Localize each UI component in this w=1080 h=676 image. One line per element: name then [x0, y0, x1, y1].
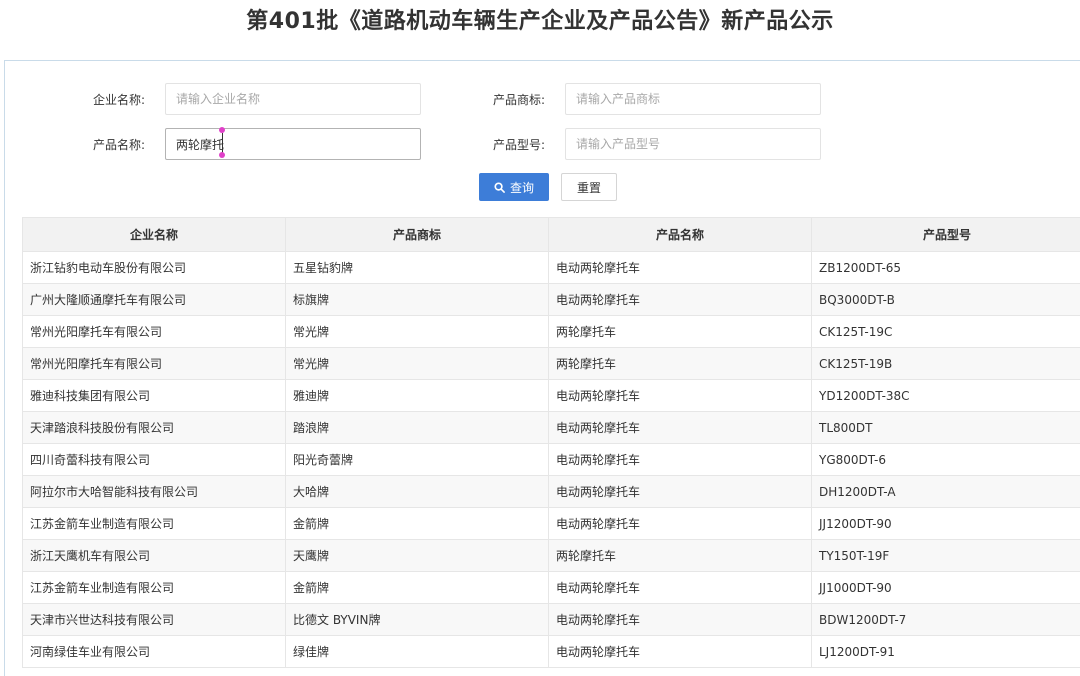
cell-model: BQ3000DT-B [811, 283, 1080, 316]
table-row[interactable]: 浙江天鹰机车有限公司 天鹰牌 两轮摩托车 TY150T-19F [22, 539, 1080, 572]
reset-button-label: 重置 [576, 180, 601, 195]
cell-model: JJ1200DT-90 [811, 507, 1080, 540]
cell-product: 电动两轮摩托车 [548, 411, 812, 444]
table-row[interactable]: 四川奇蕾科技有限公司 阳光奇蕾牌 电动两轮摩托车 YG800DT-6 [22, 443, 1080, 476]
cell-product: 电动两轮摩托车 [548, 379, 812, 412]
model-field-row: 产品型号: [475, 127, 545, 161]
results-table: 企业名称 产品商标 产品名称 产品型号 浙江钻豹电动车股份有限公司 五星钻豹牌 电动… [22, 217, 1080, 668]
product-field-row: 产品名称: [75, 127, 145, 161]
cell-brand: 金箭牌 [285, 507, 549, 540]
cell-brand: 金箭牌 [285, 571, 549, 604]
cell-company: 常州光阳摩托车有限公司 [22, 347, 286, 380]
cell-product: 两轮摩托车 [548, 347, 812, 380]
model-input[interactable] [565, 128, 821, 160]
cell-model: LJ1200DT-91 [811, 635, 1080, 668]
header-model: 产品型号 [811, 217, 1080, 252]
cell-model: ZB1200DT-65 [811, 251, 1080, 284]
cell-brand: 雅迪牌 [285, 379, 549, 412]
cell-product: 电动两轮摩托车 [548, 507, 812, 540]
cell-company: 天津市兴世达科技有限公司 [22, 603, 286, 636]
table-row[interactable]: 天津踏浪科技股份有限公司 踏浪牌 电动两轮摩托车 TL800DT [22, 411, 1080, 444]
table-row[interactable]: 江苏金箭车业制造有限公司 金箭牌 电动两轮摩托车 JJ1000DT-90 [22, 571, 1080, 604]
cell-product: 电动两轮摩托车 [548, 603, 812, 636]
header-brand: 产品商标 [285, 217, 549, 252]
cell-brand: 踏浪牌 [285, 411, 549, 444]
cell-product: 两轮摩托车 [548, 539, 812, 572]
cell-model: YD1200DT-38C [811, 379, 1080, 412]
cell-brand: 五星钻豹牌 [285, 251, 549, 284]
table-header-row: 企业名称 产品商标 产品名称 产品型号 [22, 217, 1080, 252]
cell-company: 广州大隆顺通摩托车有限公司 [22, 283, 286, 316]
cell-brand: 天鹰牌 [285, 539, 549, 572]
table-row[interactable]: 常州光阳摩托车有限公司 常光牌 两轮摩托车 CK125T-19C [22, 315, 1080, 348]
cell-company: 江苏金箭车业制造有限公司 [22, 571, 286, 604]
cell-product: 两轮摩托车 [548, 315, 812, 348]
model-label: 产品型号: [492, 137, 545, 152]
table-row[interactable]: 常州光阳摩托车有限公司 常光牌 两轮摩托车 CK125T-19B [22, 347, 1080, 380]
cell-brand: 阳光奇蕾牌 [285, 443, 549, 476]
text-cursor-handle-bottom[interactable] [219, 152, 225, 158]
cell-company: 浙江天鹰机车有限公司 [22, 539, 286, 572]
cell-product: 电动两轮摩托车 [548, 283, 812, 316]
cell-company: 阿拉尔市大哈智能科技有限公司 [22, 475, 286, 508]
brand-field-row: 产品商标: [475, 82, 545, 116]
search-icon [494, 181, 505, 193]
cell-model: CK125T-19B [811, 347, 1080, 380]
cell-model: BDW1200DT-7 [811, 603, 1080, 636]
table-row[interactable]: 浙江钻豹电动车股份有限公司 五星钻豹牌 电动两轮摩托车 ZB1200DT-65 [22, 251, 1080, 284]
page-title: 第401批《道路机动车辆生产企业及产品公告》新产品公示 [246, 9, 834, 34]
table-row[interactable]: 阿拉尔市大哈智能科技有限公司 大哈牌 电动两轮摩托车 DH1200DT-A [22, 475, 1080, 508]
cell-product: 电动两轮摩托车 [548, 251, 812, 284]
table-row[interactable]: 河南绿佳车业有限公司 绿佳牌 电动两轮摩托车 LJ1200DT-91 [22, 635, 1080, 668]
table-row[interactable]: 雅迪科技集团有限公司 雅迪牌 电动两轮摩托车 YD1200DT-38C [22, 379, 1080, 412]
cell-brand: 比德文 BYVIN牌 [285, 603, 549, 636]
header-product: 产品名称 [548, 217, 812, 252]
cell-model: TY150T-19F [811, 539, 1080, 572]
cell-company: 四川奇蕾科技有限公司 [22, 443, 286, 476]
search-panel: 企业名称: 产品商标: 产品名称: 产品型号: 查询 重置 [4, 60, 1080, 676]
cell-company: 常州光阳摩托车有限公司 [22, 315, 286, 348]
product-input[interactable] [165, 128, 421, 160]
cell-brand: 标旗牌 [285, 283, 549, 316]
company-input[interactable] [165, 83, 421, 115]
results-body: 浙江钻豹电动车股份有限公司 五星钻豹牌 电动两轮摩托车 ZB1200DT-65 广州大隆… [22, 251, 1080, 668]
cell-company: 江苏金箭车业制造有限公司 [22, 507, 286, 540]
table-row[interactable]: 江苏金箭车业制造有限公司 金箭牌 电动两轮摩托车 JJ1200DT-90 [22, 507, 1080, 540]
company-field-row: 企业名称: [75, 82, 145, 116]
table-row[interactable]: 天津市兴世达科技有限公司 比德文 BYVIN牌 电动两轮摩托车 BDW1200DT-7 [22, 603, 1080, 636]
brand-label: 产品商标: [492, 92, 545, 107]
cell-brand: 常光牌 [285, 315, 549, 348]
cell-model: YG800DT-6 [811, 443, 1080, 476]
brand-input[interactable] [565, 83, 821, 115]
cell-model: DH1200DT-A [811, 475, 1080, 508]
cell-company: 浙江钻豹电动车股份有限公司 [22, 251, 286, 284]
search-button-label: 查询 [509, 180, 534, 195]
cell-model: CK125T-19C [811, 315, 1080, 348]
cell-model: JJ1000DT-90 [811, 571, 1080, 604]
table-row[interactable]: 广州大隆顺通摩托车有限公司 标旗牌 电动两轮摩托车 BQ3000DT-B [22, 283, 1080, 316]
cell-brand: 大哈牌 [285, 475, 549, 508]
cell-company: 雅迪科技集团有限公司 [22, 379, 286, 412]
product-label: 产品名称: [92, 137, 145, 152]
search-button[interactable]: 查询 [479, 173, 549, 201]
cell-product: 电动两轮摩托车 [548, 635, 812, 668]
reset-button[interactable]: 重置 [561, 173, 617, 201]
cell-product: 电动两轮摩托车 [548, 571, 812, 604]
header-company: 企业名称 [22, 217, 286, 252]
cell-product: 电动两轮摩托车 [548, 443, 812, 476]
cell-company: 河南绿佳车业有限公司 [22, 635, 286, 668]
cell-company: 天津踏浪科技股份有限公司 [22, 411, 286, 444]
cell-model: TL800DT [811, 411, 1080, 444]
cell-product: 电动两轮摩托车 [548, 475, 812, 508]
cell-brand: 常光牌 [285, 347, 549, 380]
company-label: 企业名称: [92, 92, 145, 107]
cell-brand: 绿佳牌 [285, 635, 549, 668]
text-cursor [222, 133, 223, 153]
